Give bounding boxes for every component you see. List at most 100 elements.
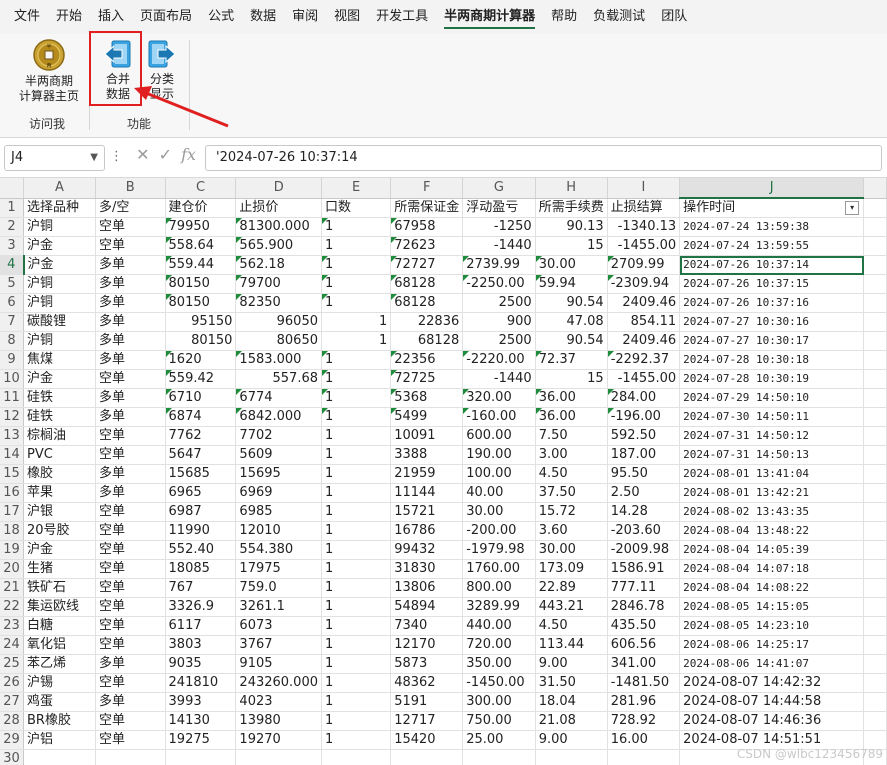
table-cell[interactable]: 90.13 (535, 217, 608, 237)
table-cell[interactable]: 5499 (390, 407, 464, 427)
table-cell[interactable]: 14.28 (607, 502, 681, 522)
calculator-home-button[interactable]: 半 两 半两商期 计算器主页 (14, 38, 84, 104)
table-cell[interactable]: 767 (165, 578, 237, 598)
table-cell[interactable]: 15695 (235, 464, 322, 484)
table-cell[interactable]: 1 (321, 673, 392, 693)
table-cell[interactable]: 1 (321, 312, 392, 332)
header-cell[interactable]: 所需手续费 (535, 198, 608, 218)
table-cell[interactable]: 沪金 (23, 369, 96, 389)
table-cell[interactable]: 12010 (235, 521, 322, 541)
table-cell[interactable]: 2024-08-01 13:41:04 (679, 464, 865, 484)
table-cell[interactable]: 1 (321, 445, 392, 465)
table-cell[interactable]: 720.00 (462, 635, 536, 655)
table-cell[interactable]: 空单 (95, 597, 166, 617)
table-cell[interactable]: 2024-08-04 13:48:22 (679, 521, 865, 541)
table-cell[interactable]: 15 (535, 369, 608, 389)
table-cell[interactable]: 40.00 (462, 483, 536, 503)
row-header[interactable]: 6 (0, 293, 24, 313)
table-cell[interactable]: 81300.000 (235, 217, 322, 237)
table-cell[interactable]: 2024-07-26 10:37:14 (679, 255, 865, 275)
table-cell[interactable]: 空单 (95, 616, 166, 636)
row-header[interactable]: 7 (0, 312, 24, 332)
table-cell[interactable]: 1620 (165, 350, 237, 370)
row-header[interactable]: 20 (0, 559, 24, 579)
table-cell[interactable]: 6710 (165, 388, 237, 408)
empty-cell[interactable] (863, 426, 887, 446)
table-cell[interactable]: 鸡蛋 (23, 692, 96, 712)
table-cell[interactable]: 2024-07-28 10:30:18 (679, 350, 865, 370)
table-cell[interactable]: 6965 (165, 483, 237, 503)
empty-cell[interactable] (863, 635, 887, 655)
table-cell[interactable]: 90.54 (535, 293, 608, 313)
function-icon[interactable]: fx (181, 145, 196, 164)
table-cell[interactable]: 2024-08-05 14:23:10 (679, 616, 865, 636)
empty-cell[interactable] (863, 274, 887, 294)
empty-cell[interactable] (23, 749, 96, 765)
table-cell[interactable]: 2024-07-27 10:30:17 (679, 331, 865, 351)
cancel-icon[interactable]: ✕ (136, 145, 149, 164)
formula-input[interactable]: '2024-07-26 10:37:14 (205, 145, 882, 171)
table-cell[interactable]: 沪金 (23, 540, 96, 560)
table-cell[interactable]: -1340.13 (607, 217, 681, 237)
table-cell[interactable]: 37.50 (535, 483, 608, 503)
empty-cell[interactable] (863, 673, 887, 693)
table-cell[interactable]: 48362 (390, 673, 464, 693)
row-header[interactable]: 13 (0, 426, 24, 446)
empty-cell[interactable] (863, 578, 887, 598)
table-cell[interactable]: 96050 (235, 312, 322, 332)
table-cell[interactable]: 54894 (390, 597, 464, 617)
table-cell[interactable]: 2846.78 (607, 597, 681, 617)
table-cell[interactable]: 2739.99 (462, 255, 536, 275)
empty-cell[interactable] (863, 597, 887, 617)
table-cell[interactable]: 79700 (235, 274, 322, 294)
table-cell[interactable]: 190.00 (462, 445, 536, 465)
table-cell[interactable]: 2024-08-07 14:46:36 (679, 711, 865, 731)
table-cell[interactable]: 苯乙烯 (23, 654, 96, 674)
table-cell[interactable]: -1440 (462, 369, 536, 389)
column-header[interactable]: E (321, 178, 392, 199)
header-cell[interactable]: 选择品种 (23, 198, 96, 218)
table-cell[interactable]: -2309.94 (607, 274, 681, 294)
table-cell[interactable]: 生猪 (23, 559, 96, 579)
table-cell[interactable]: 沪铜 (23, 274, 96, 294)
row-header[interactable]: 1 (0, 198, 24, 218)
table-cell[interactable]: 空单 (95, 673, 166, 693)
table-cell[interactable]: 1 (321, 255, 392, 275)
table-cell[interactable]: 79950 (165, 217, 237, 237)
column-header[interactable]: G (462, 178, 536, 199)
tab-6[interactable]: 审阅 (284, 0, 326, 34)
table-cell[interactable]: 1 (321, 635, 392, 655)
table-cell[interactable]: 243260.000 (235, 673, 322, 693)
table-cell[interactable]: 7340 (390, 616, 464, 636)
table-cell[interactable]: -160.00 (462, 407, 536, 427)
table-cell[interactable]: BR橡胶 (23, 711, 96, 731)
empty-cell[interactable] (321, 749, 392, 765)
table-cell[interactable]: 12717 (390, 711, 464, 731)
table-cell[interactable]: 1 (321, 502, 392, 522)
table-cell[interactable]: 空单 (95, 540, 166, 560)
table-cell[interactable]: 14130 (165, 711, 237, 731)
table-cell[interactable]: 15.72 (535, 502, 608, 522)
table-cell[interactable]: 900 (462, 312, 536, 332)
row-header[interactable]: 3 (0, 236, 24, 256)
table-cell[interactable]: 7762 (165, 426, 237, 446)
table-cell[interactable]: 80150 (165, 274, 237, 294)
table-cell[interactable]: PVC (23, 445, 96, 465)
table-cell[interactable]: 多单 (95, 274, 166, 294)
table-cell[interactable]: 22356 (390, 350, 464, 370)
column-header[interactable]: D (235, 178, 322, 199)
table-cell[interactable]: 21959 (390, 464, 464, 484)
table-cell[interactable]: 6774 (235, 388, 322, 408)
table-cell[interactable]: 11990 (165, 521, 237, 541)
table-cell[interactable]: 2024-07-28 10:30:19 (679, 369, 865, 389)
table-cell[interactable]: 多单 (95, 331, 166, 351)
table-cell[interactable]: -196.00 (607, 407, 681, 427)
table-cell[interactable]: -2220.00 (462, 350, 536, 370)
table-cell[interactable]: 白糖 (23, 616, 96, 636)
table-cell[interactable]: 1 (321, 236, 392, 256)
empty-cell[interactable] (95, 749, 166, 765)
table-cell[interactable]: 10091 (390, 426, 464, 446)
column-header[interactable]: A (23, 178, 96, 199)
table-cell[interactable]: 1 (321, 369, 392, 389)
empty-cell[interactable] (863, 312, 887, 332)
